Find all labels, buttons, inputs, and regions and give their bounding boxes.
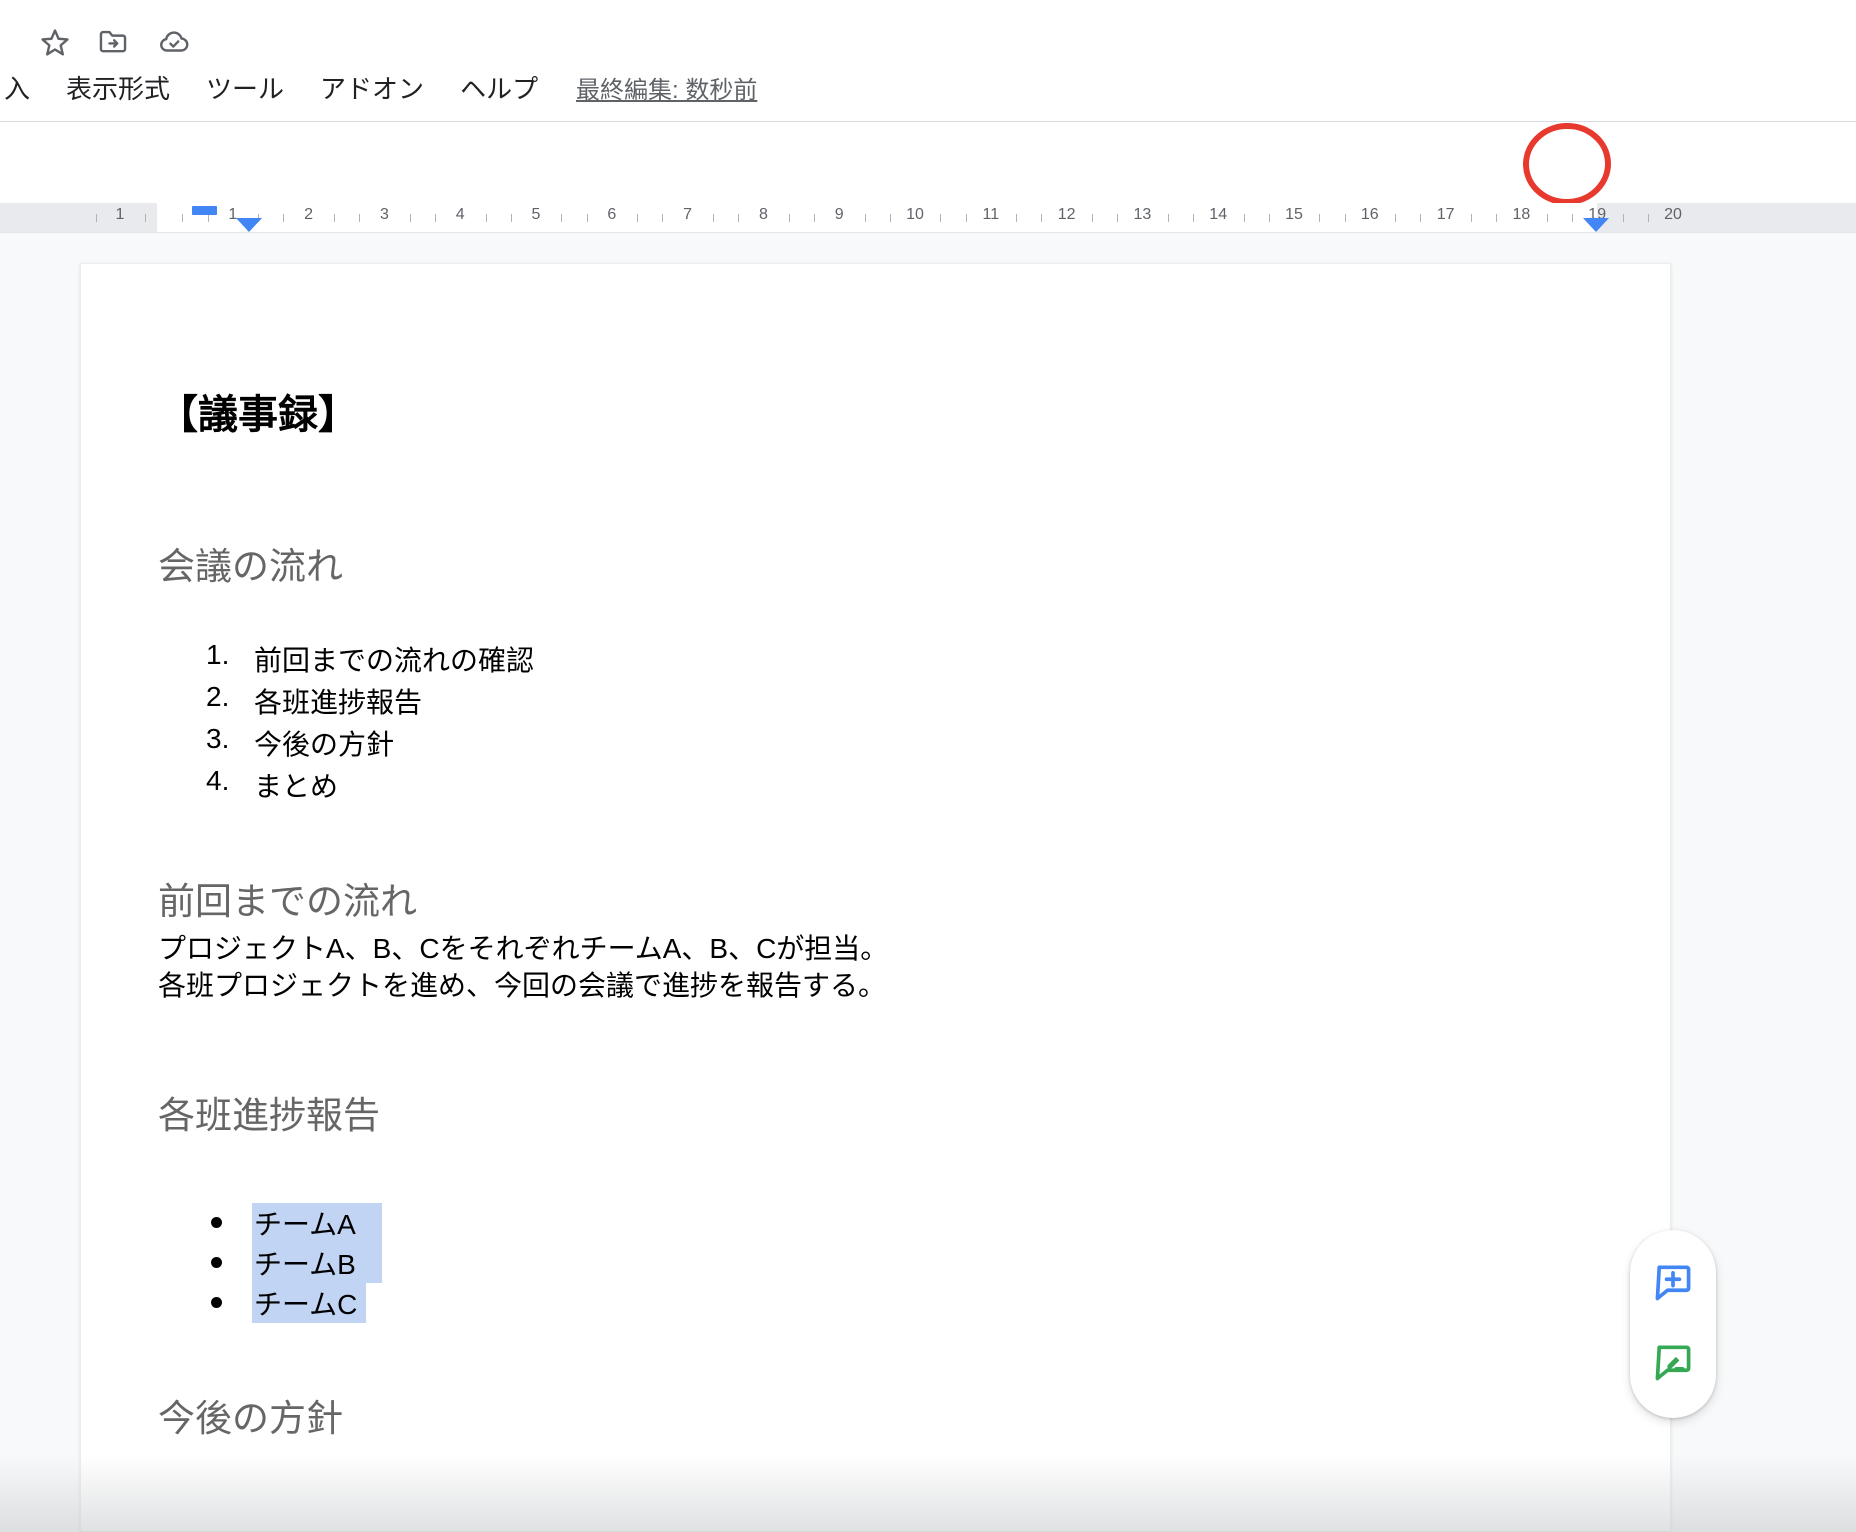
ruler-number: 14 bbox=[1209, 206, 1227, 224]
selected-text[interactable]: チームA bbox=[252, 1203, 382, 1243]
menu-item-format[interactable]: 表示形式 bbox=[66, 69, 170, 106]
menu-item-insert-partial[interactable]: 入 bbox=[4, 69, 30, 106]
menu-item-addons[interactable]: アドオン bbox=[320, 69, 424, 106]
ruler-left-margin-zone bbox=[0, 203, 157, 232]
body-paragraph: プロジェクトA、B、CをそれぞれチームA、B、Cが担当。各班プロジェクトを進め、… bbox=[158, 930, 888, 1004]
document-canvas: 【議事録】 会議の流れ 1.前回までの流れの確認2.各班進捗報告3.今後の方針4… bbox=[0, 233, 1856, 1532]
ordered-list: 1.前回までの流れの確認2.各班進捗報告3.今後の方針4.まとめ bbox=[81, 634, 1670, 802]
add-comment-button[interactable] bbox=[1651, 1260, 1695, 1304]
ruler-number: 3 bbox=[380, 206, 389, 224]
left-indent-marker[interactable] bbox=[236, 218, 262, 232]
bullet-dot-icon bbox=[211, 1297, 222, 1308]
heading-meeting-flow: 会議の流れ bbox=[158, 536, 343, 590]
ruler-number: 11 bbox=[982, 206, 999, 224]
selected-text[interactable]: チームC bbox=[252, 1283, 366, 1323]
suggest-edits-button[interactable] bbox=[1651, 1340, 1695, 1384]
ordered-list-item: 3.今後の方針 bbox=[81, 718, 1670, 760]
bullet-list-item: チームC bbox=[81, 1283, 1670, 1323]
ruler-number: 12 bbox=[1058, 206, 1076, 224]
ruler-number: 10 bbox=[906, 206, 924, 224]
heading-future-policy: 今後の方針 bbox=[158, 1388, 343, 1442]
ruler-dim-number: 1 bbox=[116, 206, 125, 224]
ruler-right-margin-zone bbox=[1597, 203, 1856, 232]
bullet-list-item: チームA bbox=[81, 1203, 1670, 1243]
ordered-list-item: 4.まとめ bbox=[81, 760, 1670, 802]
ruler-number: 8 bbox=[759, 206, 768, 224]
document-page[interactable]: 【議事録】 会議の流れ 1.前回までの流れの確認2.各班進捗報告3.今後の方針4… bbox=[80, 263, 1671, 1532]
star-icon[interactable] bbox=[38, 25, 72, 59]
ruler-number: 18 bbox=[1512, 206, 1530, 224]
floating-action-pill bbox=[1630, 1230, 1716, 1418]
bullet-dot-icon bbox=[211, 1217, 222, 1228]
bullet-list-item: チームB bbox=[81, 1243, 1670, 1283]
ruler-number: 15 bbox=[1285, 206, 1303, 224]
ruler-number: 13 bbox=[1133, 206, 1151, 224]
menu-bar: 入 表示形式 ツール アドオン ヘルプ bbox=[4, 64, 538, 110]
last-edit-link[interactable]: 最終編集: 数秒前 bbox=[576, 64, 757, 110]
ruler-number: 2 bbox=[304, 206, 313, 224]
menu-item-help[interactable]: ヘルプ bbox=[460, 69, 538, 106]
bullet-list-selected: チームAチームBチームC bbox=[81, 1203, 1670, 1323]
ruler-number: 7 bbox=[683, 206, 692, 224]
first-line-indent-marker[interactable] bbox=[192, 206, 217, 215]
ruler-number: 16 bbox=[1361, 206, 1379, 224]
red-circle-annotation bbox=[1519, 119, 1615, 210]
ruler-number: 5 bbox=[532, 206, 541, 224]
right-indent-marker[interactable] bbox=[1583, 218, 1609, 232]
ruler-number: 17 bbox=[1437, 206, 1455, 224]
selected-text[interactable]: チームB bbox=[252, 1243, 382, 1283]
bullet-dot-icon bbox=[211, 1257, 222, 1268]
ordered-list-item: 2.各班進捗報告 bbox=[81, 676, 1670, 718]
ruler-number: 4 bbox=[456, 206, 465, 224]
ruler-number: 9 bbox=[835, 206, 844, 224]
menu-item-tools[interactable]: ツール bbox=[206, 69, 284, 106]
heading-previous-flow: 前回までの流れ bbox=[158, 871, 417, 925]
move-folder-icon[interactable] bbox=[96, 25, 130, 59]
google-docs-window: 入 表示形式 ツール アドオン ヘルプ 最終編集: 数秒前 標準テキス... A… bbox=[0, 0, 1856, 1532]
doc-title: 【議事録】 bbox=[158, 382, 358, 440]
ordered-list-item: 1.前回までの流れの確認 bbox=[81, 634, 1670, 676]
cloud-saved-icon[interactable] bbox=[157, 25, 191, 59]
ruler-number: 20 bbox=[1664, 206, 1682, 224]
ruler-number: 6 bbox=[607, 206, 616, 224]
heading-progress-report: 各班進捗報告 bbox=[158, 1085, 380, 1139]
ruler: 1 1234567891011121314151617181920 bbox=[0, 203, 1856, 233]
